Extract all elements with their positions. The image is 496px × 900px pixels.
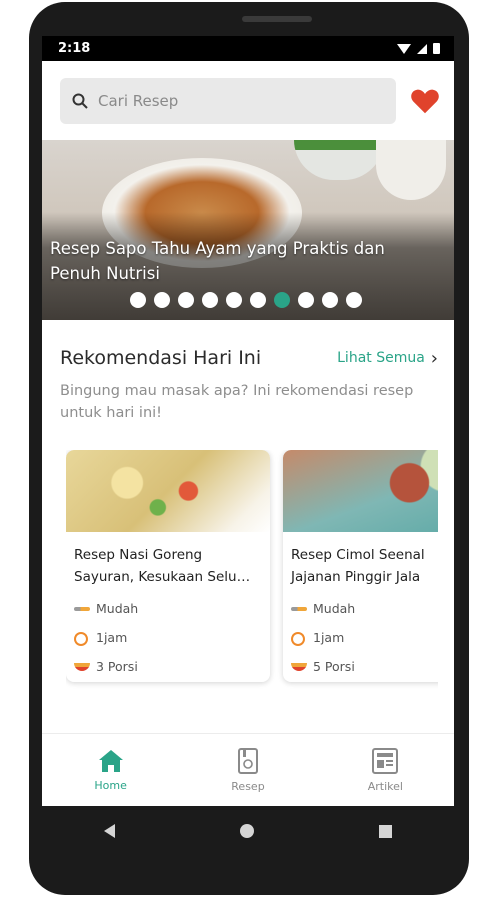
phone-speaker (242, 16, 312, 22)
clock-icon (291, 631, 307, 646)
recipe-difficulty: Mudah (283, 594, 438, 623)
recipe-title-line: Jajanan Pinggir Jala (291, 569, 421, 585)
carousel-dot[interactable] (154, 292, 170, 308)
recipe-image (66, 450, 270, 532)
recipe-time: 1jam (66, 623, 270, 652)
see-all-label: Lihat Semua (337, 350, 425, 366)
search-row (60, 78, 440, 124)
banner-title: Resep Sapo Tahu Ayam yang Praktis dan Pe… (50, 239, 385, 283)
signal-icon (417, 43, 427, 54)
search-icon (72, 93, 88, 109)
carousel-dot[interactable] (226, 292, 242, 308)
difficulty-label: Mudah (96, 601, 139, 616)
nav-article-label: Artikel (367, 779, 403, 793)
bowl-icon (291, 661, 307, 673)
wifi-icon (397, 43, 411, 54)
system-home-icon[interactable] (239, 824, 254, 838)
carousel-dot[interactable] (202, 292, 218, 308)
section-description: Bingung mau masak apa? Ini rekomendasi r… (60, 383, 414, 421)
carousel-dot[interactable] (346, 292, 362, 308)
featured-banner[interactable]: Resep Sapo Tahu Ayam yang Praktis dan Pe… (42, 140, 454, 320)
knife-icon (291, 603, 307, 615)
bowl-icon (74, 661, 90, 673)
nav-home-label: Home (94, 778, 127, 792)
heart-icon[interactable] (410, 87, 440, 115)
clock-icon (74, 631, 90, 646)
recipe-title-line: Sayuran, Kesukaan Selu… (74, 569, 251, 585)
system-navigation-bar (42, 806, 454, 856)
bottom-navigation: Home Resep Artikel (42, 733, 454, 806)
status-bar: 2:18 (42, 36, 454, 61)
recipe-image (283, 450, 438, 532)
recipe-card[interactable]: Resep Nasi Goreng Sayuran, Kesukaan Selu… (66, 450, 270, 682)
recipe-time: 1jam (283, 623, 438, 652)
portion-label: 3 Porsi (96, 659, 138, 674)
carousel-indicator (130, 292, 362, 308)
recipe-difficulty: Mudah (66, 594, 270, 623)
carousel-dot[interactable] (178, 292, 194, 308)
chevron-right-icon: › (430, 347, 438, 369)
difficulty-label: Mudah (313, 601, 356, 616)
section-header: Rekomendasi Hari Ini Lihat Semua › (60, 347, 438, 369)
recipe-portion: 3 Porsi (66, 652, 270, 681)
search-box[interactable] (60, 78, 396, 124)
recipe-title: Resep Nasi Goreng Sayuran, Kesukaan Selu… (66, 532, 270, 588)
recipe-portion: 5 Porsi (283, 652, 438, 681)
search-input[interactable] (98, 92, 378, 110)
home-icon (98, 749, 123, 772)
status-time: 2:18 (58, 41, 91, 56)
recipe-carousel[interactable]: Resep Nasi Goreng Sayuran, Kesukaan Selu… (66, 450, 438, 690)
nav-recipe-label: Resep (231, 779, 265, 793)
nav-recipe[interactable]: Resep (198, 747, 298, 793)
carousel-dot[interactable] (298, 292, 314, 308)
article-icon (372, 747, 399, 774)
back-icon[interactable] (104, 824, 116, 838)
status-icons (397, 43, 440, 54)
recipe-title: Resep Cimol Seenal Jajanan Pinggir Jala (283, 532, 438, 588)
recent-apps-icon[interactable] (378, 824, 392, 838)
portion-label: 5 Porsi (313, 659, 355, 674)
see-all-link[interactable]: Lihat Semua › (337, 348, 438, 369)
time-label: 1jam (313, 630, 345, 645)
carousel-dot[interactable] (250, 292, 266, 308)
recipe-title-line: Resep Cimol Seenal (291, 547, 425, 563)
time-label: 1jam (96, 630, 128, 645)
knife-icon (74, 603, 90, 615)
recipe-title-line: Resep Nasi Goreng (74, 547, 203, 563)
app-screen: 2:18 Resep Sapo Tahu Ayam yang Praktis d… (42, 36, 454, 806)
nav-article[interactable]: Artikel (335, 747, 435, 793)
nav-home[interactable]: Home (61, 749, 161, 792)
carousel-dot[interactable] (322, 292, 338, 308)
carousel-dot-active[interactable] (274, 292, 290, 308)
section-title: Rekomendasi Hari Ini (60, 347, 262, 369)
recipe-card[interactable]: Resep Cimol Seenal Jajanan Pinggir Jala … (283, 450, 438, 682)
battery-icon (433, 43, 440, 54)
recipe-book-icon (237, 747, 258, 774)
carousel-dot[interactable] (130, 292, 146, 308)
